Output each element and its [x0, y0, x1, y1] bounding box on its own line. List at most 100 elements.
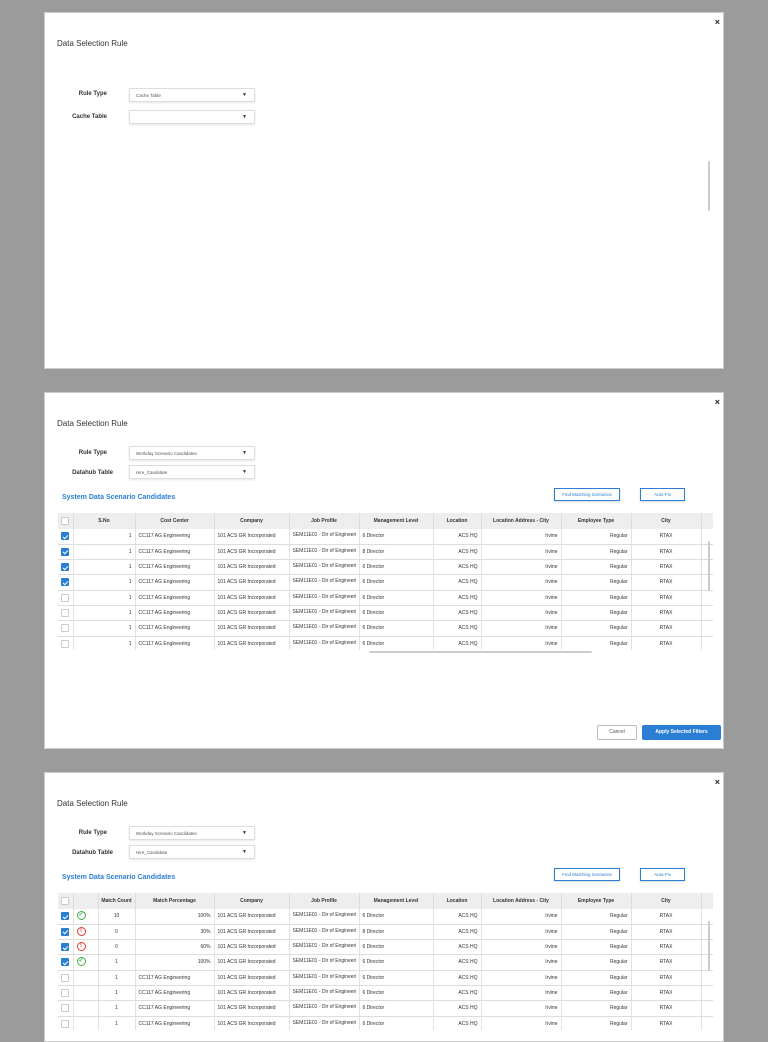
select-all-checkbox[interactable] — [61, 897, 70, 905]
mgmt-cell: 6 Director — [359, 1016, 434, 1030]
table-row[interactable]: 1 CC117 AG Engineering 101 ACS GR Incorpor… — [58, 1016, 713, 1030]
checkbox-checked[interactable] — [61, 547, 70, 556]
table-row[interactable]: ! 0 30% 101 ACS GR Incorporated SEM11E01 - D… — [58, 924, 713, 941]
table-row[interactable]: ✓ 10 100% 101 ACS GR Incorporated SEM11E01 -… — [58, 909, 713, 925]
table-row[interactable]: 1 CC117 AG Engineering 101 ACS GR Incorpor… — [58, 605, 713, 622]
checkbox-unchecked[interactable] — [61, 624, 70, 633]
datahub-table-value: Hire_Candidate — [136, 850, 168, 855]
close-icon[interactable]: × — [715, 397, 720, 407]
company-cell: 101 ACS GR Incorporated — [214, 605, 290, 622]
table-row[interactable]: 1 CC117 AG Engineering 101 ACS GR Incorpor… — [58, 985, 713, 1002]
close-icon[interactable]: × — [715, 777, 720, 787]
horizontal-scrollbar[interactable] — [369, 651, 592, 653]
addr-city-cell: Irvine — [481, 620, 562, 637]
addr-city-cell: Irvine — [481, 1000, 562, 1017]
rule-type-select[interactable]: Cache Table ▼ — [129, 88, 255, 102]
auto-fix-button[interactable]: Auto-Fix — [640, 868, 685, 881]
checkbox-unchecked[interactable] — [61, 639, 70, 648]
job-profile-cell: SEM11E01 - Dir of Engineering — [289, 559, 360, 576]
pct-cell: CC117 AG Engineering — [135, 985, 215, 1002]
table-row[interactable]: ✓ 1 100% 101 ACS GR Incorporated SEM11E01 - … — [58, 954, 713, 971]
checkbox-cell[interactable] — [58, 1000, 74, 1017]
city-cell: RTAX — [631, 590, 702, 606]
checkbox-unchecked[interactable] — [61, 608, 70, 617]
chevron-down-icon: ▼ — [242, 450, 247, 456]
find-matching-scenarios-button[interactable]: Find Matching Scenarios — [554, 868, 620, 881]
table-row[interactable]: 1 CC117 AG Engineering 101 ACS GR Incorpor… — [58, 529, 713, 545]
vertical-scrollbar[interactable] — [708, 541, 710, 591]
checkbox-cell[interactable] — [58, 605, 74, 622]
vertical-scrollbar[interactable] — [708, 921, 710, 971]
datahub-table-select[interactable]: Hire_Candidate ▼ — [129, 845, 255, 859]
select-all-checkbox[interactable] — [61, 517, 70, 525]
table-row[interactable]: 1 CC117 AG Engineering 101 ACS GR Incorpor… — [58, 620, 713, 637]
column-header: Location Address - City — [481, 513, 562, 529]
checkbox-cell[interactable] — [58, 970, 74, 986]
job-profile-text: SEM11E01 - Dir of Engineering — [292, 593, 356, 600]
checkbox-checked[interactable] — [61, 958, 70, 967]
rule-type-select[interactable]: Workday Scenario Candidates ▼ — [129, 826, 255, 840]
checkbox-cell[interactable] — [58, 636, 74, 650]
checkbox-cell[interactable] — [58, 574, 74, 591]
select-all-header[interactable] — [58, 893, 74, 909]
rule-type-label: Rule Type — [78, 91, 107, 97]
table-row[interactable]: 1 CC117 AG Engineering 101 ACS GR Incorpor… — [58, 636, 713, 650]
cost-center-cell: CC117 AG Engineering — [135, 605, 215, 622]
row-spacer — [701, 924, 713, 941]
checkbox-cell[interactable] — [58, 620, 74, 637]
checkbox-cell[interactable] — [58, 559, 74, 576]
table-row[interactable]: 1 CC117 AG Engineering 101 ACS GR Incorpor… — [58, 544, 713, 561]
checkbox-checked[interactable] — [61, 927, 70, 936]
location-cell: ACS HQ — [433, 909, 482, 925]
job-profile-text: SEM11E01 - Dir of Engineering — [292, 563, 356, 570]
datahub-table-select[interactable]: Hire_Candidate ▼ — [129, 465, 255, 479]
checkbox-cell[interactable] — [58, 544, 74, 561]
checkbox-cell[interactable] — [58, 590, 74, 606]
location-cell: ACS HQ — [433, 1016, 482, 1030]
count-cell: 0 — [98, 924, 136, 941]
table-row[interactable]: ! 0 60% 101 ACS GR Incorporated SEM11E01 - D… — [58, 939, 713, 956]
select-all-header[interactable] — [58, 513, 74, 529]
auto-fix-button[interactable]: Auto-Fix — [640, 488, 685, 501]
checkbox-unchecked[interactable] — [61, 973, 70, 982]
checkbox-checked[interactable] — [61, 532, 70, 540]
checkbox-cell[interactable] — [58, 529, 74, 545]
checkbox-unchecked[interactable] — [61, 988, 70, 997]
checkbox-checked[interactable] — [61, 912, 70, 920]
apply-selected-filters-button[interactable]: Apply Selected Filters — [642, 725, 721, 740]
checkbox-cell[interactable] — [58, 985, 74, 1002]
checkbox-cell[interactable] — [58, 939, 74, 956]
checkbox-cell[interactable] — [58, 1016, 74, 1030]
checkbox-checked[interactable] — [61, 578, 70, 587]
vertical-scrollbar[interactable] — [708, 161, 710, 211]
checkbox-unchecked[interactable] — [61, 1004, 70, 1013]
count-cell: 1 — [98, 954, 136, 971]
checkbox-checked[interactable] — [61, 563, 70, 572]
location-cell: ACS HQ — [433, 954, 482, 971]
checkbox-cell[interactable] — [58, 924, 74, 941]
column-header: City — [631, 893, 702, 909]
checkbox-cell[interactable] — [58, 909, 74, 925]
company-cell: 101 ACS GR Incorporated — [214, 1000, 290, 1017]
table-row[interactable]: 1 CC117 AG Engineering 101 ACS GR Incorpor… — [58, 970, 713, 986]
row-spacer — [701, 939, 713, 956]
job-profile-text: SEM11E01 - Dir of Engineering — [292, 608, 356, 615]
cache-table-select[interactable]: ▼ — [129, 110, 255, 124]
close-icon[interactable]: × — [715, 17, 720, 27]
job-profile-text: SEM11E01 - Dir of Engineering — [292, 1019, 356, 1026]
cancel-button[interactable]: Cancel — [597, 725, 637, 740]
find-matching-scenarios-button[interactable]: Find Matching Scenarios — [554, 488, 620, 501]
status-cell: ! — [73, 939, 99, 956]
table-row[interactable]: 1 CC117 AG Engineering 101 ACS GR Incorpor… — [58, 559, 713, 576]
rule-type-select[interactable]: Workday Scenario Candidates ▼ — [129, 446, 255, 460]
checkbox-checked[interactable] — [61, 943, 70, 952]
addr-city-cell: Irvine — [481, 529, 562, 545]
checkbox-cell[interactable] — [58, 954, 74, 971]
column-header: Employee Type — [561, 893, 632, 909]
city-cell: RTAX — [631, 636, 702, 650]
table-row[interactable]: 1 CC117 AG Engineering 101 ACS GR Incorpor… — [58, 590, 713, 606]
column-header — [73, 893, 99, 909]
checkbox-unchecked[interactable] — [61, 593, 70, 602]
table-row[interactable]: 1 CC117 AG Engineering 101 ACS GR Incorpor… — [58, 1000, 713, 1017]
table-row[interactable]: 1 CC117 AG Engineering 101 ACS GR Incorpor… — [58, 574, 713, 591]
